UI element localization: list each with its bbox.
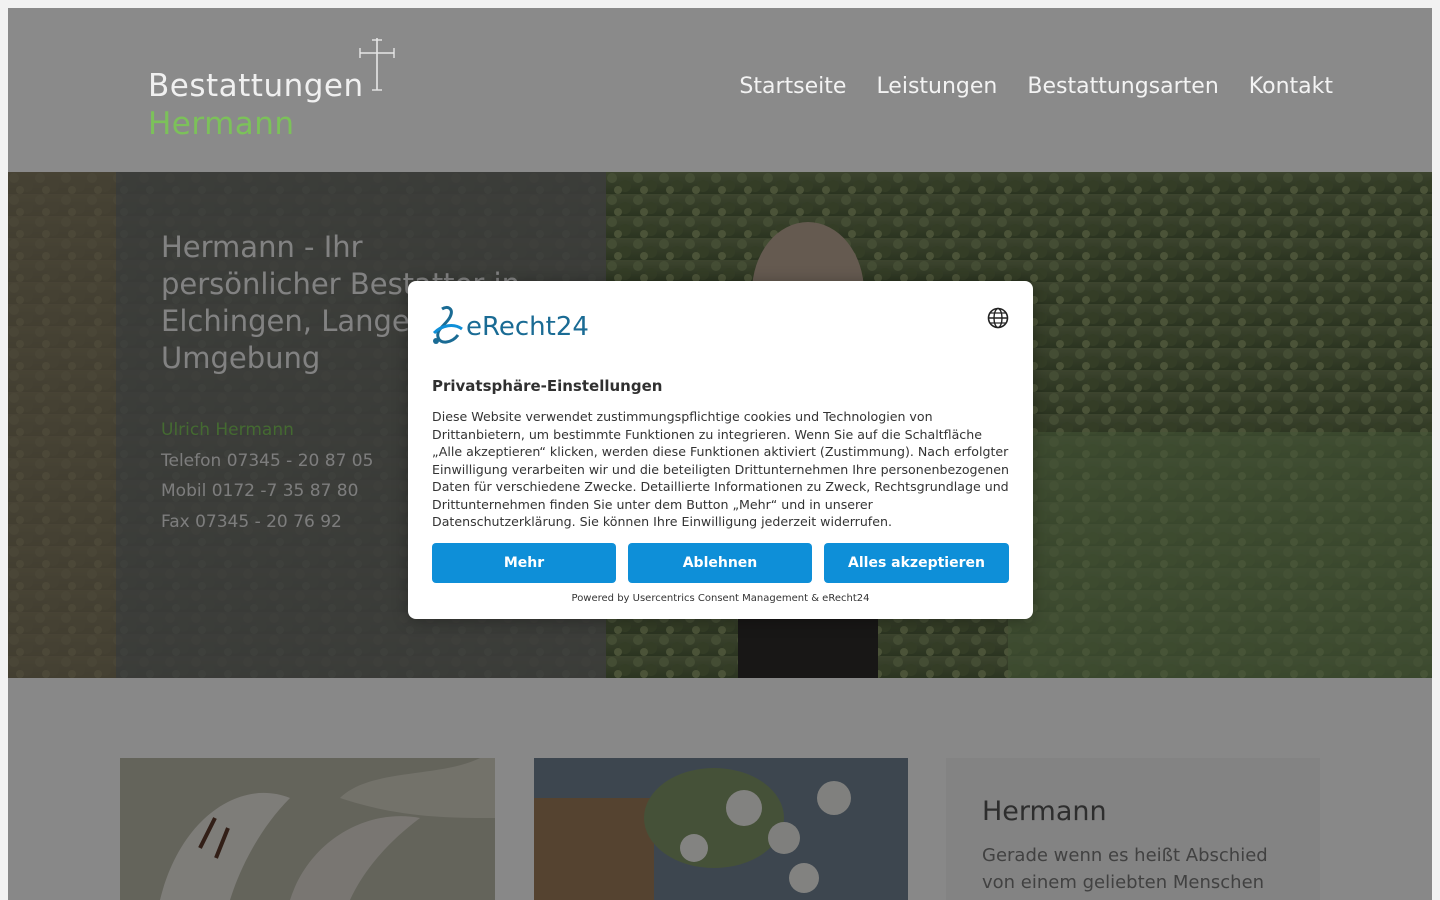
- language-globe-icon[interactable]: [987, 307, 1009, 329]
- consent-text: Diese Website verwendet zustimmungspflic…: [432, 409, 1009, 529]
- nav-leistungen[interactable]: Leistungen: [876, 74, 997, 99]
- accept-all-button[interactable]: Alles akzeptieren: [824, 543, 1009, 583]
- decline-button[interactable]: Ablehnen: [628, 543, 812, 583]
- erecht24-wordmark: eRecht24: [466, 312, 589, 342]
- nav-startseite[interactable]: Startseite: [739, 74, 846, 99]
- site-header: Bestattungen Hermann Startseite Leistung…: [8, 8, 1432, 172]
- powered-by-text: Powered by Usercentrics Consent Manageme…: [571, 593, 870, 604]
- logo-line1: Bestattungen: [148, 68, 364, 104]
- erecht24-mark-icon: [432, 305, 463, 344]
- logo-line2: Hermann: [148, 106, 295, 142]
- consent-title: Privatsphäre-Einstellungen: [432, 377, 663, 395]
- more-button[interactable]: Mehr: [432, 543, 616, 583]
- site-logo[interactable]: Bestattungen Hermann: [148, 38, 408, 148]
- nav-bestattungsarten[interactable]: Bestattungsarten: [1027, 74, 1218, 99]
- main-nav: Startseite Leistungen Bestattungsarten K…: [739, 74, 1333, 99]
- consent-dialog: eRecht24 Privatsphäre-Einstellungen Dies…: [408, 281, 1033, 619]
- erecht24-logo: eRecht24: [432, 305, 602, 347]
- nav-kontakt[interactable]: Kontakt: [1249, 74, 1333, 99]
- cross-icon: [359, 38, 395, 91]
- content-backdrop: [8, 678, 1432, 900]
